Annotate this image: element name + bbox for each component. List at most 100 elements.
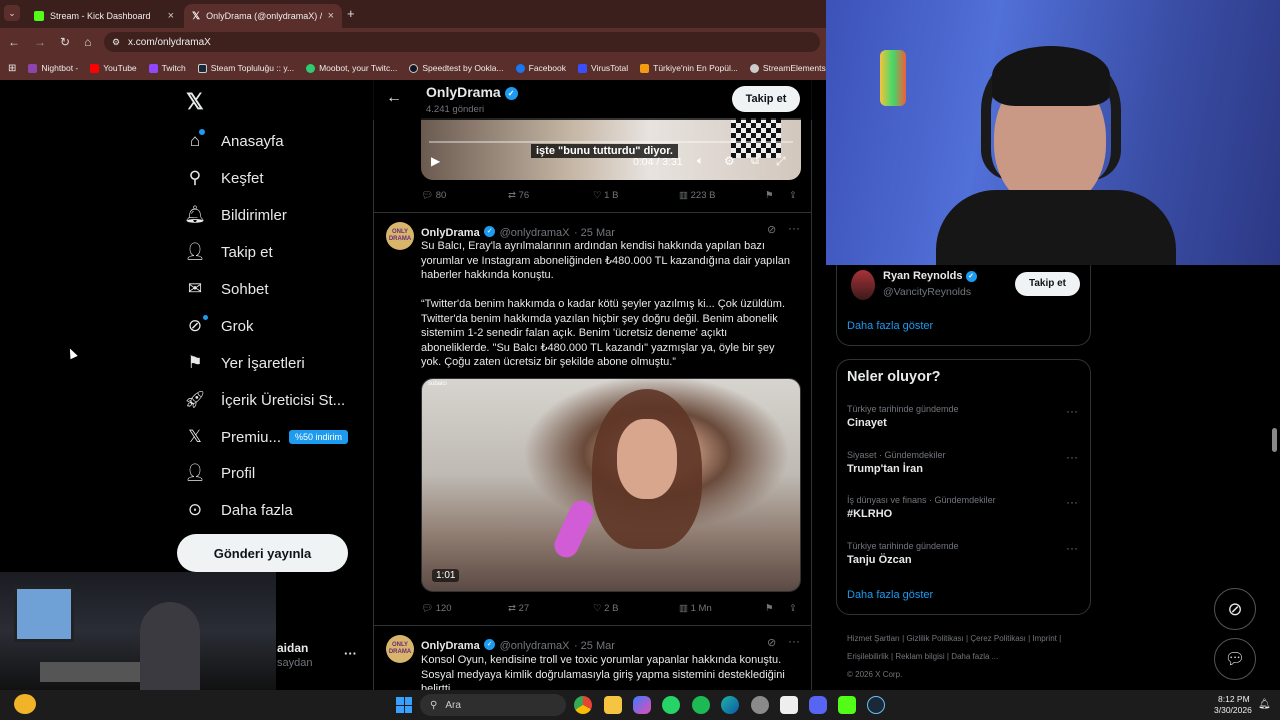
- views-button[interactable]: ▥ 223 B: [679, 190, 715, 201]
- grok-explain-icon[interactable]: ⊘: [767, 223, 776, 236]
- edge-icon[interactable]: [721, 696, 739, 714]
- account-more-icon[interactable]: ···: [344, 646, 357, 661]
- play-icon[interactable]: ▶: [431, 154, 440, 168]
- footer-link[interactable]: Daha fazla ...: [951, 652, 998, 661]
- clock-date[interactable]: 3/30/2026: [1214, 705, 1252, 715]
- follow-button[interactable]: Takip et: [1015, 272, 1080, 296]
- avatar[interactable]: [851, 270, 875, 300]
- trend-item[interactable]: İş dünyası ve finans · Gündemdekiler #KL…: [847, 495, 1082, 531]
- more-icon[interactable]: ···: [1066, 450, 1078, 464]
- tab-onlydrama[interactable]: 𝕏 OnlyDrama (@onlydramaX) / X ×: [184, 4, 342, 28]
- footer-link[interactable]: Imprint: [1032, 634, 1056, 643]
- start-button[interactable]: [396, 697, 412, 713]
- tweet-date[interactable]: · 25 Mar: [574, 227, 615, 239]
- reply-button[interactable]: 💬︎ 80: [421, 190, 446, 201]
- bookmark-steam[interactable]: Steam Topluluğu :: y...: [197, 63, 294, 73]
- nav-item-explore[interactable]: ⚲ Keşfet: [185, 168, 264, 188]
- copilot-icon[interactable]: [633, 696, 651, 714]
- bookmark-moobot[interactable]: Moobot, your Twitc...: [306, 63, 397, 73]
- show-more-link[interactable]: Daha fazla göster: [847, 589, 933, 601]
- steam-icon[interactable]: [867, 696, 885, 714]
- footer-link[interactable]: Reklam bilgisi: [895, 652, 944, 661]
- nav-item-follow[interactable]: 👤︎ Takip et: [184, 242, 273, 262]
- bookmark-turkiye[interactable]: Türkiye'nin En Popül...: [640, 63, 738, 73]
- video-progress-bar[interactable]: [429, 141, 793, 143]
- trend-item[interactable]: Türkiye tarihinde gündemde Cinayet ···: [847, 404, 1082, 440]
- store-icon[interactable]: [780, 696, 798, 714]
- volume-icon[interactable]: 🔈︎: [697, 155, 704, 168]
- nav-item-bookmarks[interactable]: ⚑ Yer İşaretleri: [185, 353, 304, 373]
- new-tab-button[interactable]: +: [347, 6, 355, 21]
- discord-icon[interactable]: [809, 696, 827, 714]
- chrome-icon[interactable]: [574, 696, 592, 714]
- apps-icon[interactable]: ⊞: [8, 63, 16, 74]
- notification-icon[interactable]: 🔔︎: [1258, 699, 1271, 710]
- nav-item-creator-studio[interactable]: 🚀︎ İçerik Üreticisi St...: [184, 390, 345, 410]
- video-player-2[interactable]: subalci 1:01: [421, 378, 801, 592]
- kick-app-icon[interactable]: [838, 696, 856, 714]
- video-player-1[interactable]: işte "bunu tutturdu" diyor. ▶ 0:04 / 3:3…: [421, 118, 801, 180]
- grok-float-button[interactable]: ⊘: [1214, 588, 1256, 630]
- avatar[interactable]: ONLY DRAMA: [386, 222, 414, 250]
- settings-app-icon[interactable]: [751, 696, 769, 714]
- footer-link[interactable]: Erişilebilirlik: [847, 652, 889, 661]
- settings-icon[interactable]: ⚙: [724, 154, 735, 168]
- forward-icon[interactable]: →: [34, 35, 46, 49]
- share-icon[interactable]: ⇪: [789, 190, 797, 201]
- like-button[interactable]: ♡ 1 B: [593, 190, 618, 201]
- close-tab-icon[interactable]: ×: [328, 10, 334, 22]
- bookmark-icon[interactable]: ⚑: [765, 603, 774, 614]
- x-logo-icon[interactable]: 𝕏: [186, 89, 204, 115]
- more-icon[interactable]: ···: [1066, 404, 1078, 418]
- taskbar-search[interactable]: ⚲ Ara: [420, 694, 566, 716]
- back-icon[interactable]: ←: [8, 35, 20, 49]
- tweet-date[interactable]: · 25 Mar: [574, 640, 615, 652]
- pip-icon[interactable]: ⧉: [751, 155, 759, 168]
- nav-item-grok[interactable]: ⊘ Grok: [185, 316, 254, 336]
- bookmark-nightbot[interactable]: Nightbot -: [28, 63, 78, 73]
- tweet-author-name[interactable]: OnlyDrama: [421, 227, 480, 239]
- account-name[interactable]: aidan: [277, 641, 308, 655]
- suggested-name[interactable]: Ryan Reynolds ✓: [883, 270, 977, 282]
- close-tab-icon[interactable]: ×: [168, 10, 174, 22]
- post-button[interactable]: Gönderi yayınla: [177, 534, 348, 572]
- reload-icon[interactable]: ↻: [60, 35, 70, 49]
- fullscreen-icon[interactable]: ⤢: [776, 154, 786, 169]
- more-icon[interactable]: ···: [788, 634, 800, 648]
- bookmark-icon[interactable]: ⚑: [765, 190, 774, 201]
- tweet-author-handle[interactable]: @onlydramaX: [500, 640, 570, 652]
- footer-link[interactable]: Hizmet Şartları: [847, 634, 900, 643]
- like-button[interactable]: ♡ 2 B: [593, 603, 618, 614]
- tweet-author-handle[interactable]: @onlydramaX: [500, 227, 570, 239]
- messages-float-button[interactable]: 💬︎: [1214, 638, 1256, 680]
- reply-button[interactable]: 💬︎ 120: [421, 603, 452, 614]
- more-icon[interactable]: ···: [1066, 495, 1078, 509]
- share-icon[interactable]: ⇪: [789, 603, 797, 614]
- bookmark-streamelements[interactable]: StreamElements: [749, 63, 826, 73]
- bookmark-twitch[interactable]: Twitch: [148, 63, 186, 73]
- back-arrow-icon[interactable]: ←: [386, 89, 402, 107]
- footer-link[interactable]: Çerez Politikası: [970, 634, 1026, 643]
- nav-item-premium[interactable]: 𝕏 Premiu... %50 indirim: [185, 427, 349, 447]
- footer-link[interactable]: Gizlilik Politikası: [906, 634, 963, 643]
- spotify-icon[interactable]: [692, 696, 710, 714]
- avatar[interactable]: ONLY DRAMA: [386, 635, 414, 663]
- retweet-button[interactable]: ⇄ 76: [508, 190, 529, 201]
- more-icon[interactable]: ···: [1066, 541, 1078, 555]
- nav-item-profile[interactable]: 👤︎ Profil: [184, 463, 255, 483]
- more-icon[interactable]: ···: [788, 221, 800, 235]
- trend-item[interactable]: Siyaset · Gündemdekiler Trump'tan İran ·…: [847, 450, 1082, 486]
- trend-item[interactable]: Türkiye tarihinde gündemde Tanju Özcan ·…: [847, 541, 1082, 577]
- bookmark-facebook[interactable]: Facebook: [515, 63, 566, 73]
- file-explorer-icon[interactable]: [604, 696, 622, 714]
- url-field[interactable]: ⚙ x.com/onlydramaX: [104, 32, 820, 52]
- retweet-button[interactable]: ⇄ 27: [508, 603, 529, 614]
- bookmark-virustotal[interactable]: VirusTotal: [577, 63, 628, 73]
- weather-widget[interactable]: [14, 694, 36, 714]
- scrollbar-thumb[interactable]: [1272, 428, 1277, 452]
- bookmark-youtube[interactable]: YouTube: [90, 63, 137, 73]
- home-icon[interactable]: ⌂: [84, 35, 91, 49]
- follow-button[interactable]: Takip et: [732, 86, 800, 112]
- tab-kick-dashboard[interactable]: Stream - Kick Dashboard ×: [26, 4, 182, 28]
- tab-list-button[interactable]: ⌄: [4, 5, 20, 21]
